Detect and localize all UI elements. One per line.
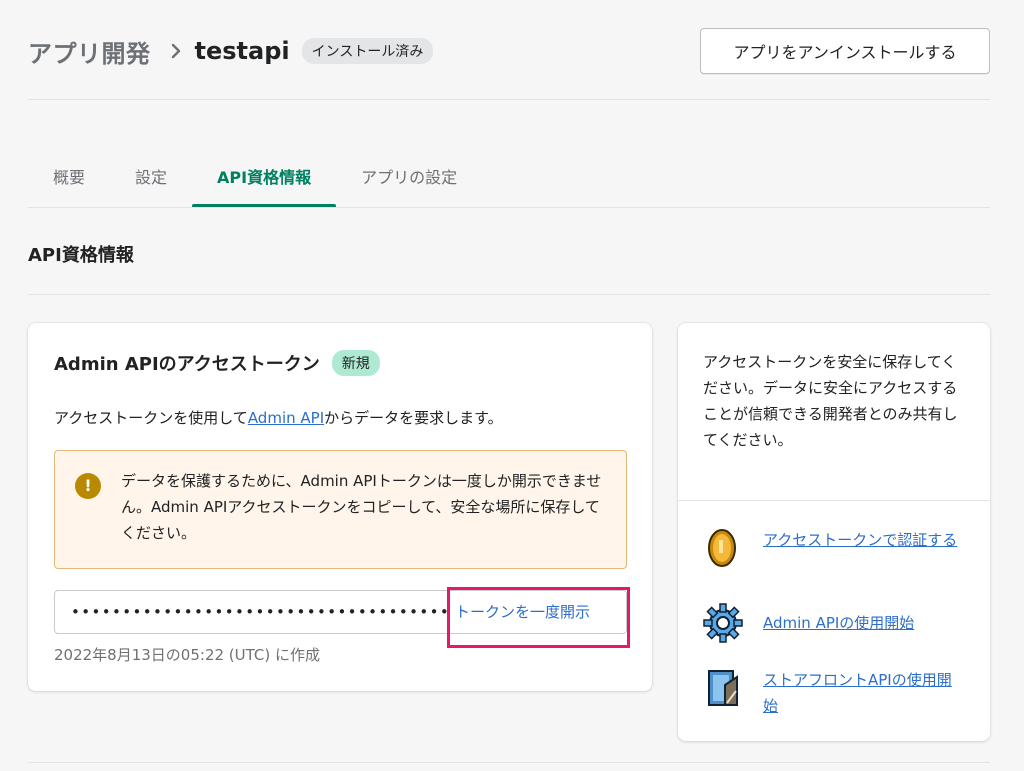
warning-banner: ! データを保護するために、Admin APIトークンは一度しか開示できません。… — [54, 450, 627, 569]
building-icon — [703, 667, 745, 709]
page-title: testapi — [194, 37, 290, 65]
auth-doc-link[interactable]: アクセストークンで認証する — [763, 527, 963, 553]
desc-text-after: からデータを要求します。 — [324, 409, 503, 427]
side-info-card: アクセストークンを安全に保存してください。データに安全にアクセスすることが信頼で… — [678, 323, 990, 741]
chevron-right-icon — [171, 43, 181, 59]
tab-overview[interactable]: 概要 — [28, 152, 110, 208]
security-note: アクセストークンを安全に保存してください。データに安全にアクセスすることが信頼で… — [703, 353, 958, 449]
tab-settings[interactable]: 設定 — [110, 152, 192, 208]
highlight-box — [447, 587, 630, 648]
tab-app-settings[interactable]: アプリの設定 — [336, 152, 482, 208]
header-divider — [28, 99, 990, 100]
status-badge: インストール済み — [301, 38, 434, 64]
tab-bar: 概要 設定 API資格情報 アプリの設定 — [28, 152, 990, 208]
tab-api-credentials[interactable]: API資格情報 — [192, 152, 337, 208]
side-card-divider — [678, 500, 990, 501]
token-masked-value: ••••••••••••••••••••••••••••••••••••• — [71, 603, 450, 621]
admin-api-doc-link[interactable]: Admin APIの使用開始 — [763, 602, 963, 636]
page-header: アプリ開発 testapi インストール済み アプリをアンインストールする — [28, 26, 990, 76]
warning-text: データを保護するために、Admin APIトークンは一度しか開示できません。Ad… — [121, 472, 602, 542]
admin-api-link[interactable]: Admin API — [248, 409, 324, 427]
breadcrumb-parent[interactable]: アプリ開発 — [28, 34, 151, 69]
new-badge: 新規 — [331, 350, 380, 376]
resource-item-auth: アクセストークンで認証する — [703, 527, 963, 569]
resource-item-admin-api: Admin APIの使用開始 — [703, 602, 963, 644]
footer-divider — [28, 762, 990, 763]
created-timestamp: 2022年8月13日の05:22 (UTC) に作成 — [54, 646, 321, 664]
section-divider — [28, 294, 990, 295]
card-title: Admin APIのアクセストークン — [54, 354, 320, 375]
coin-icon — [703, 527, 745, 569]
page: アプリ開発 testapi インストール済み アプリをアンインストールする 概要… — [0, 0, 1024, 771]
resource-item-storefront-api: ストアフロントAPIの使用開始 — [703, 667, 963, 719]
tabs-divider — [28, 207, 990, 208]
admin-token-card: Admin APIのアクセストークン 新規 アクセストークンを使用してAdmin… — [28, 323, 652, 691]
warning-icon: ! — [75, 473, 101, 499]
uninstall-app-button[interactable]: アプリをアンインストールする — [700, 28, 990, 74]
card-title-row: Admin APIのアクセストークン 新規 — [54, 350, 380, 376]
card-description: アクセストークンを使用してAdmin APIからデータを要求します。 — [54, 407, 503, 428]
desc-text-before: アクセストークンを使用して — [54, 409, 248, 427]
storefront-api-doc-link[interactable]: ストアフロントAPIの使用開始 — [763, 667, 963, 719]
gear-icon — [703, 602, 745, 644]
section-title: API資格情報 — [28, 245, 134, 266]
